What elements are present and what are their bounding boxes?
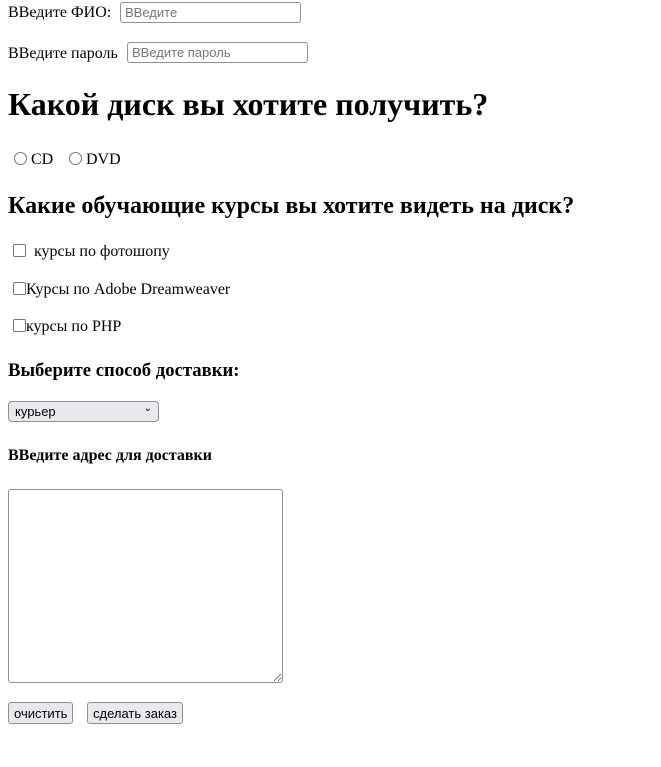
checkbox[interactable] [13,319,26,332]
reset-button[interactable]: очистить [8,702,74,724]
checkbox-label: курсы по PHP [26,318,122,335]
radio-label: CD [31,151,54,168]
checkbox-label: курсы по фотошопу [34,243,170,260]
password-input[interactable] [127,42,308,63]
courses-heading: Какие обучающие курсы вы хотите видеть н… [8,193,575,219]
delivery-select[interactable]: курьер ⌄ [8,401,159,422]
radio-label: DVD [86,151,121,168]
select-value: курьер [15,404,56,419]
delivery-heading: Выберите способ доставки: [8,360,240,381]
chevron-down-icon: ⌄ [143,403,152,414]
password-label: ВВедите пароль [8,45,118,62]
disk-heading: Какой диск вы хотите получить? [8,86,489,122]
radio-button[interactable] [69,152,82,165]
radio-button[interactable] [14,152,27,165]
address-textarea[interactable] [8,489,283,683]
course-photoshop[interactable]: курсы по фотошопу [13,243,170,261]
address-heading: ВВедите адрес для доставки [8,447,212,464]
radio-cd[interactable]: CD [14,151,53,169]
fio-label: ВВедите ФИО: [8,4,112,21]
checkbox-label: Курсы по Adobe Dreamweaver [26,281,231,298]
checkbox[interactable] [13,282,26,295]
radio-dvd[interactable]: DVD [69,151,121,169]
fio-input[interactable] [120,2,301,23]
course-dreamweaver[interactable]: Курсы по Adobe Dreamweaver [13,281,230,299]
checkbox[interactable] [13,244,26,257]
course-php[interactable]: курсы по PHP [13,318,121,336]
submit-button[interactable]: сделать заказ [87,702,183,724]
